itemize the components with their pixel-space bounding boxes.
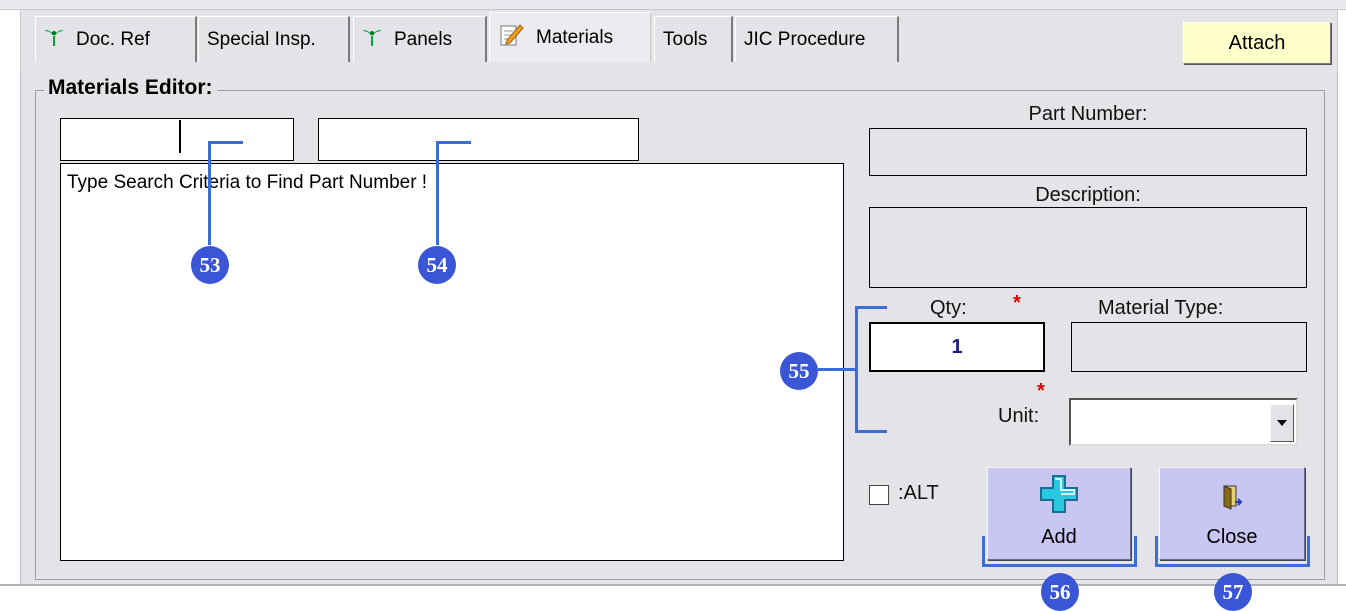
callout-57-bracket-right — [1307, 536, 1310, 566]
chevron-down-icon[interactable] — [1270, 404, 1294, 442]
attach-button[interactable]: Attach — [1183, 22, 1331, 64]
tab-jic-procedure-label: JIC Procedure — [744, 28, 866, 50]
description-field — [869, 207, 1307, 288]
callout-54-stem — [436, 141, 439, 245]
callout-54: 54 — [418, 246, 456, 284]
notepad-pencil-icon — [498, 22, 524, 54]
tab-panels-label: Panels — [394, 28, 453, 50]
material-type-field — [1071, 322, 1307, 372]
alt-checkbox[interactable] — [869, 485, 889, 505]
tab-doc-ref[interactable]: Doc. Ref — [35, 16, 197, 62]
callout-57: 57 — [1214, 573, 1252, 611]
qty-value: 1 — [951, 335, 963, 358]
close-button[interactable]: Close — [1159, 467, 1305, 560]
tab-tools-label: Tools — [663, 28, 708, 50]
callout-53-stem — [208, 141, 211, 245]
callout-56: 56 — [1041, 573, 1079, 611]
callout-55-line — [818, 368, 856, 371]
tab-special-insp-label: Special Insp. — [207, 28, 316, 50]
part-number-field — [869, 128, 1307, 176]
material-type-label: Material Type: — [1098, 297, 1224, 319]
part-search-field[interactable] — [60, 118, 294, 161]
callout-55: 55 — [780, 352, 818, 390]
callout-55-bracket-bottom — [855, 430, 887, 433]
window-top-strip — [0, 0, 1346, 10]
unit-select[interactable] — [1069, 398, 1298, 446]
callout-57-bracket-bottom — [1155, 564, 1310, 567]
callout-53-line — [208, 141, 243, 144]
text-cursor — [179, 120, 181, 153]
callout-56-bracket-right — [1134, 536, 1137, 566]
add-button[interactable]: Add — [987, 467, 1131, 560]
qty-input[interactable]: 1 — [869, 322, 1045, 372]
callout-54-line — [436, 141, 471, 144]
description-label: Description: — [1035, 184, 1141, 206]
plant-icon — [362, 27, 382, 53]
plant-icon — [44, 27, 64, 53]
unit-required-mark: * — [1037, 380, 1045, 402]
search-results-hint: Type Search Criteria to Find Part Number… — [67, 172, 428, 193]
tab-tools[interactable]: Tools — [654, 16, 733, 62]
close-button-label: Close — [1206, 526, 1258, 548]
materials-editor-title: Materials Editor: — [44, 76, 217, 100]
callout-53: 53 — [191, 246, 229, 284]
tab-jic-procedure[interactable]: JIC Procedure — [735, 16, 899, 62]
search-results-list[interactable]: Type Search Criteria to Find Part Number… — [60, 163, 844, 561]
plus-icon — [1039, 474, 1079, 520]
tab-doc-ref-label: Doc. Ref — [76, 28, 150, 50]
callout-56-bracket-left — [982, 536, 985, 566]
tab-special-insp[interactable]: Special Insp. — [198, 16, 350, 62]
tab-materials-label: Materials — [536, 26, 614, 48]
callout-56-bracket-bottom — [982, 564, 1137, 567]
callout-57-bracket-left — [1155, 536, 1158, 566]
part-number-label: Part Number: — [1028, 103, 1148, 125]
qty-label: Qty: — [930, 297, 967, 319]
bottom-divider — [0, 584, 1346, 586]
attach-button-label: Attach — [1228, 31, 1286, 54]
add-button-label: Add — [1041, 526, 1077, 548]
tab-materials[interactable]: Materials — [489, 12, 651, 62]
tab-panels[interactable]: Panels — [353, 16, 487, 62]
qty-required-mark: * — [1013, 292, 1021, 314]
description-search-field[interactable] — [318, 118, 639, 161]
callout-55-bracket-top — [855, 306, 887, 309]
alt-label: :ALT — [898, 482, 939, 504]
exit-door-icon — [1221, 484, 1243, 516]
unit-label: Unit: — [998, 405, 1040, 427]
